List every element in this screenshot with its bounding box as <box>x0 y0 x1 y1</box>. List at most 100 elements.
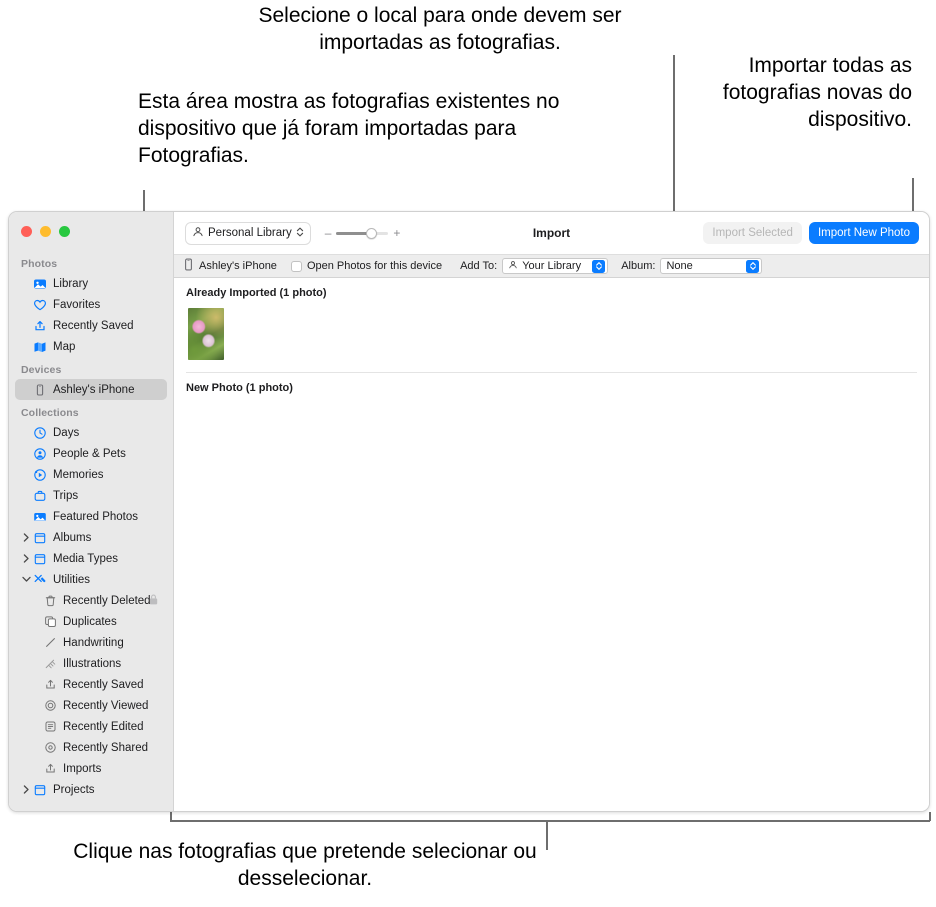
photo-thumbnail-pink-flowers[interactable] <box>188 308 224 360</box>
sidebar-item-days[interactable]: Days <box>15 422 167 443</box>
sidebar-item-favorites[interactable]: Favorites <box>15 294 167 315</box>
sidebar-item-ashleys-iphone[interactable]: Ashley's iPhone <box>15 379 167 400</box>
import-new-photo-button[interactable]: Import New Photo <box>808 222 919 244</box>
album-value: None <box>666 260 693 272</box>
photo-thumbnail-orange-flowers[interactable] <box>188 403 260 505</box>
zoom-out-label[interactable]: – <box>325 227 332 239</box>
sidebar-group-header-photos: Photos <box>21 258 58 270</box>
sidebar-item-label: Map <box>53 340 76 353</box>
callout-text-location: Selecione o local para onde devem ser im… <box>258 4 622 54</box>
library-popup-label: Personal Library <box>208 227 292 239</box>
open-photos-checkbox-group[interactable]: Open Photos for this device <box>290 260 442 272</box>
sidebar-item-label: Favorites <box>53 298 101 311</box>
sidebar-item-library[interactable]: Library <box>15 273 167 294</box>
sidebar-item-media-types[interactable]: Media Types <box>15 548 167 569</box>
sidebar-item-label: Projects <box>53 783 95 796</box>
annotated-screenshot: Selecione o local para onde devem ser im… <box>0 0 936 907</box>
chevron-right-icon[interactable] <box>21 785 32 794</box>
chevron-right-icon[interactable] <box>21 533 32 542</box>
import-selected-button[interactable]: Import Selected <box>703 222 802 244</box>
leader-bracket-bottom-left-tick <box>170 812 172 821</box>
suitcase-icon <box>32 488 47 503</box>
zoom-in-label[interactable]: + <box>393 227 400 239</box>
sidebar-item-recently-viewed[interactable]: Recently Viewed <box>15 695 167 716</box>
sidebar-item-illustrations[interactable]: Illustrations <box>15 653 167 674</box>
zoom-slider-track[interactable] <box>336 227 389 239</box>
library-popup-button[interactable]: Personal Library <box>185 221 311 245</box>
leader-bracket-bottom-horizontal <box>170 820 930 822</box>
album-popup[interactable]: None <box>660 258 763 274</box>
sidebar-item-featured-photos[interactable]: Featured Photos <box>15 506 167 527</box>
sidebar-item-projects[interactable]: Projects <box>15 779 167 800</box>
trash-icon <box>43 594 57 608</box>
callout-text-select-photos: Clique nas fotografias que pretende sele… <box>73 840 537 890</box>
memories-icon <box>32 467 47 482</box>
add-to-stepper-icon[interactable] <box>592 259 606 273</box>
save-icon <box>43 678 57 692</box>
sidebar-item-recently-edited[interactable]: Recently Edited <box>15 716 167 737</box>
add-to-label: Add To: <box>460 260 498 272</box>
sidebar-item-label: Featured Photos <box>53 510 139 523</box>
sidebar-item-label: Albums <box>53 531 92 544</box>
sidebar-group-header-collections: Collections <box>21 407 79 419</box>
sidebar-item-label: Days <box>53 426 80 439</box>
folder-icon <box>32 782 47 797</box>
sidebar-item-duplicates[interactable]: Duplicates <box>15 611 167 632</box>
sidebar-item-label: Handwriting <box>63 636 124 649</box>
album-stepper-icon[interactable] <box>746 259 760 273</box>
handwriting-icon <box>43 636 57 650</box>
sidebar-item-imports[interactable]: Imports <box>15 758 167 779</box>
clock-icon <box>32 425 47 440</box>
heart-icon <box>32 297 47 312</box>
main-pane: Personal Library – + Import Import Selec… <box>174 212 929 811</box>
sidebar[interactable]: Photos Library Favorites Recently Saved … <box>9 212 174 811</box>
person-icon <box>192 226 204 241</box>
featured-photos-icon <box>32 509 47 524</box>
add-to-value: Your Library <box>522 260 582 272</box>
leader-bracket-bottom-right-tick <box>929 812 931 821</box>
sidebar-item-label: Media Types <box>53 552 118 565</box>
duplicates-icon <box>43 615 57 629</box>
sidebar-item-label: Recently Shared <box>63 741 149 754</box>
import-icon <box>43 762 57 776</box>
sidebar-item-label: Duplicates <box>63 615 117 628</box>
sidebar-item-recently-shared[interactable]: Recently Shared <box>15 737 167 758</box>
sidebar-item-trips[interactable]: Trips <box>15 485 167 506</box>
add-to-popup[interactable]: Your Library <box>502 258 609 274</box>
map-icon <box>32 339 47 354</box>
new-photo-thumbnails[interactable] <box>174 394 929 517</box>
already-imported-thumbnails[interactable] <box>174 299 929 372</box>
zoom-slider-thumb[interactable] <box>365 227 377 239</box>
sidebar-item-handwriting[interactable]: Handwriting <box>15 632 167 653</box>
chevron-down-icon[interactable] <box>21 576 32 583</box>
chevron-right-icon[interactable] <box>21 554 32 563</box>
import-options-bar: Ashley's iPhone Open Photos for this dev… <box>174 254 929 278</box>
toolbar-actions: Import Selected Import New Photo <box>703 222 919 244</box>
minimize-button[interactable] <box>40 226 51 237</box>
window-traffic-lights <box>9 218 173 251</box>
sidebar-item-label: Illustrations <box>63 657 122 670</box>
maximize-button[interactable] <box>59 226 70 237</box>
recently-viewed-icon <box>43 699 57 713</box>
sidebar-item-label: People & Pets <box>53 447 126 460</box>
zoom-slider[interactable]: – + <box>325 227 401 239</box>
iphone-icon <box>183 258 194 274</box>
sidebar-item-map[interactable]: Map <box>15 336 167 357</box>
callout-text-already-imported: Esta área mostra as fotografias existent… <box>138 90 560 167</box>
recently-shared-icon <box>43 741 57 755</box>
sidebar-item-utilities[interactable]: Utilities <box>15 569 167 590</box>
open-photos-checkbox[interactable] <box>290 260 302 272</box>
utilities-icon <box>32 572 47 587</box>
sidebar-item-albums[interactable]: Albums <box>15 527 167 548</box>
sidebar-item-label: Recently Saved <box>63 678 144 691</box>
close-button[interactable] <box>21 226 32 237</box>
import-content-area[interactable]: Already Imported (1 photo) New Photo (1 … <box>174 278 929 811</box>
sidebar-item-recently-saved[interactable]: Recently Saved <box>15 315 167 336</box>
sidebar-item-people-and-pets[interactable]: People & Pets <box>15 443 167 464</box>
sidebar-item-memories[interactable]: Memories <box>15 464 167 485</box>
sidebar-item-recently-deleted[interactable]: Recently Deleted <box>15 590 167 611</box>
sidebar-item-label: Recently Saved <box>53 319 134 332</box>
chevron-up-down-icon <box>296 226 304 241</box>
sidebar-item-recently-saved-utility[interactable]: Recently Saved <box>15 674 167 695</box>
leader-line-select-photos <box>546 820 548 850</box>
